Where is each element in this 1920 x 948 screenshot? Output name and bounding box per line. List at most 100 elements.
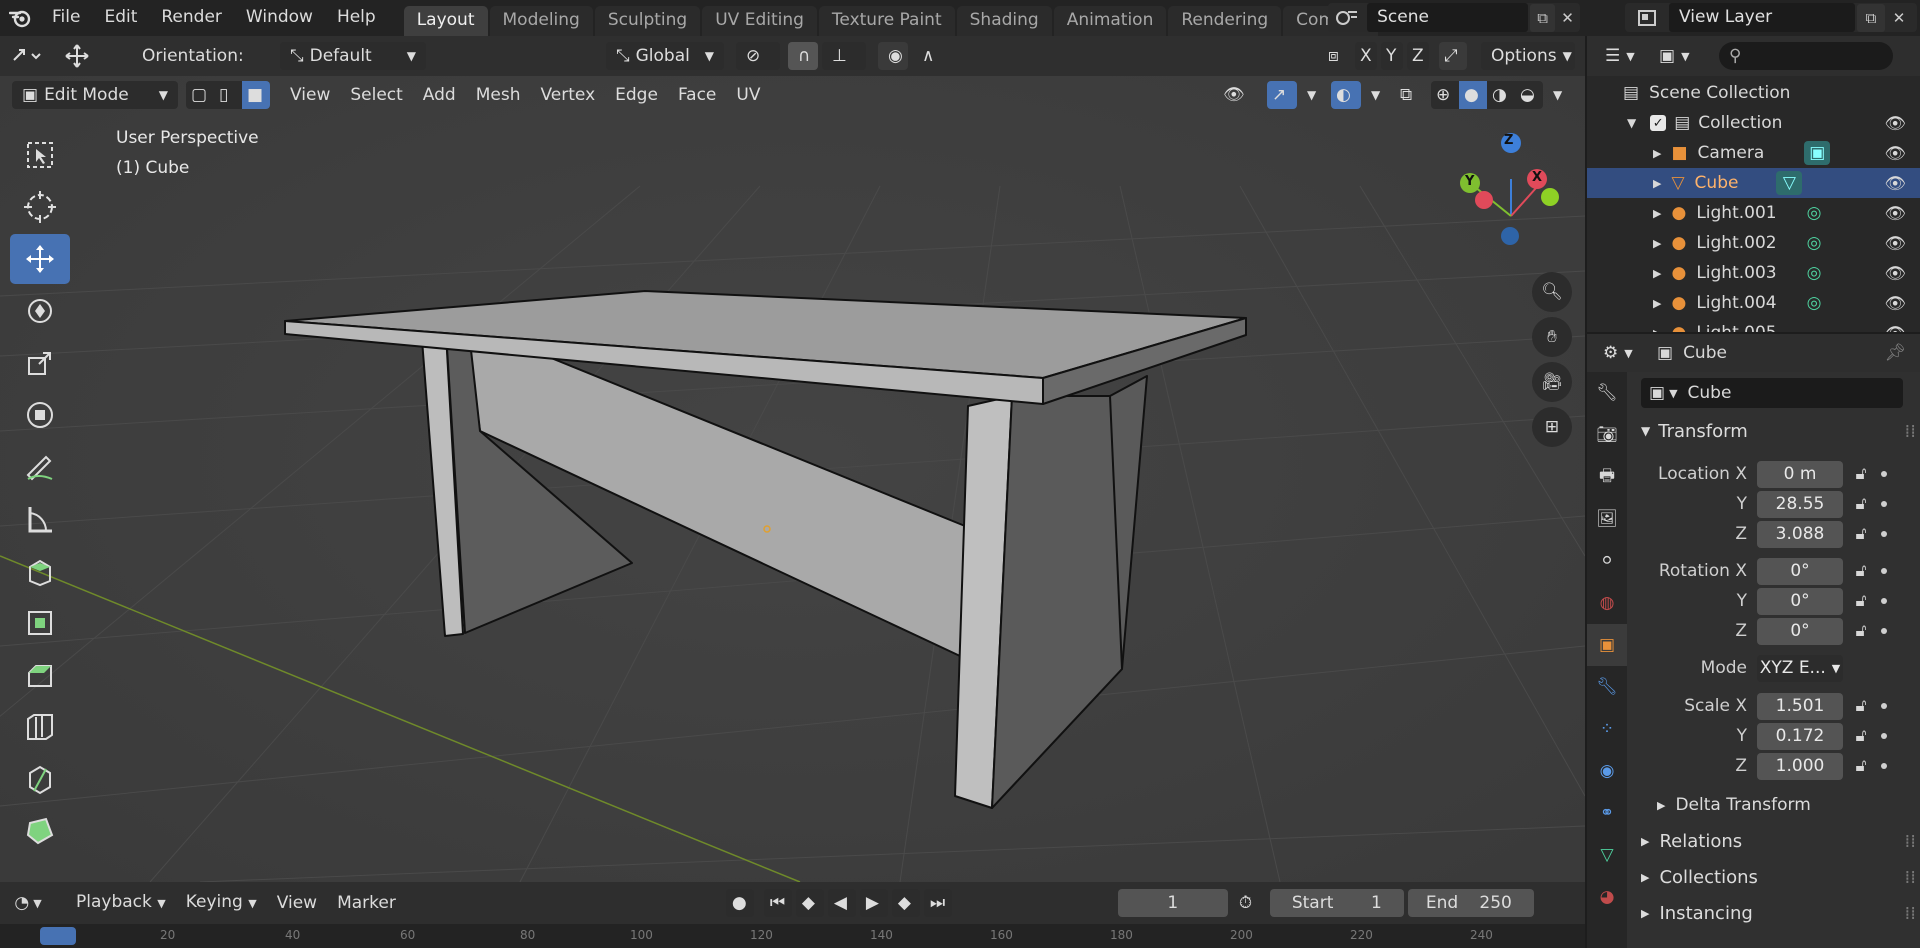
location-x-field[interactable]: 0 m <box>1757 460 1843 488</box>
annotate-icon[interactable] <box>10 442 70 492</box>
particles-tab-icon[interactable]: ⁘ <box>1587 708 1627 750</box>
mirror-z-toggle[interactable]: Z <box>1407 42 1429 70</box>
lock-icon[interactable]: 🔓︎ <box>1849 522 1873 546</box>
menu-edit[interactable]: Edit <box>92 0 149 36</box>
light-data-icon[interactable]: ◎ <box>1807 293 1822 313</box>
move-icon[interactable] <box>10 234 70 284</box>
lock-icon[interactable]: 🔓︎ <box>1849 724 1873 748</box>
outliner-item-light-003[interactable]: ▶ ● Light.003 ◎ 👁 <box>1587 258 1920 288</box>
tab-modeling[interactable]: Modeling <box>489 6 593 36</box>
keyframe-dot-icon[interactable] <box>1881 763 1887 769</box>
render-tab-icon[interactable]: 📷︎ <box>1587 414 1627 456</box>
outliner-item-light-001[interactable]: ▶ ● Light.001 ◎ 👁 <box>1587 198 1920 228</box>
tab-animation[interactable]: Animation <box>1053 6 1167 36</box>
outliner-collection[interactable]: ▼ ✓ ▤ Collection 👁 <box>1587 108 1920 138</box>
new-scene-icon[interactable]: ⧉ <box>1530 3 1556 32</box>
transform-space-dropdown[interactable]: ⤡ Global ▼ <box>606 42 724 70</box>
eye-icon[interactable]: 👁 <box>1884 324 1906 332</box>
location-y-field[interactable]: 28.55 <box>1757 490 1843 518</box>
keyframe-dot-icon[interactable] <box>1881 471 1887 477</box>
tab-shading[interactable]: Shading <box>956 6 1052 36</box>
new-view-layer-icon[interactable]: ⧉ <box>1857 3 1885 32</box>
chevron-down-icon[interactable]: ▼ <box>1367 81 1389 109</box>
extrude-region-icon[interactable] <box>10 546 70 596</box>
mode-dropdown[interactable]: ▣ Edit Mode ▼ <box>12 81 178 109</box>
editor-type-outliner-icon[interactable]: ☰ ▼ <box>1599 42 1645 70</box>
timeline-ruler[interactable]: 20 40 60 80 100 120 140 160 180 200 220 … <box>0 924 1585 948</box>
close-scene-icon[interactable]: ✕ <box>1555 4 1580 32</box>
chevron-right-icon[interactable]: ▶ <box>1653 207 1661 220</box>
pivot-point-icon[interactable]: ⊘ <box>736 42 780 70</box>
wireframe-shading-icon[interactable]: ⊕ <box>1431 81 1459 109</box>
object-tab-icon[interactable]: ▣ <box>1587 624 1627 666</box>
auto-merge-icon[interactable]: ⤢ <box>1439 42 1467 70</box>
tab-uv-editing[interactable]: UV Editing <box>702 6 817 36</box>
tool-tab-icon[interactable]: 🔧︎ <box>1587 372 1627 414</box>
overlays-toggle-icon[interactable]: ◐ <box>1331 81 1361 109</box>
transform-panel-header[interactable]: ▼ Transform ⁞⁞ <box>1631 414 1920 448</box>
snap-icon[interactable]: ∩ <box>788 42 818 70</box>
modifier-tab-icon[interactable]: 🔧︎ <box>1587 666 1627 708</box>
falloff-icon[interactable]: ∧ <box>912 42 952 70</box>
drag-handle-icon[interactable]: ⁞⁞ <box>1905 831 1916 852</box>
camera-data-icon[interactable]: ▣ <box>1804 141 1831 165</box>
record-icon[interactable]: ● <box>725 889 754 917</box>
output-tab-icon[interactable]: 🖶︎ <box>1587 456 1627 498</box>
menu-render[interactable]: Render <box>149 0 234 36</box>
menu-edge[interactable]: Edge <box>605 81 668 109</box>
rotate-icon[interactable] <box>10 286 70 336</box>
data-tab-icon[interactable]: ▽ <box>1587 834 1627 876</box>
eye-icon[interactable]: 👁 <box>1884 234 1906 254</box>
chevron-right-icon[interactable]: ▶ <box>1653 297 1661 310</box>
outliner-item-light-005[interactable]: ▶ ● Light.005 👁 <box>1587 318 1920 332</box>
tool-dropdown-icon[interactable] <box>0 46 52 66</box>
menu-select[interactable]: Select <box>340 81 412 109</box>
rotation-y-field[interactable]: 0° <box>1757 587 1843 615</box>
menu-playback[interactable]: Playback ▼ <box>66 888 176 918</box>
outliner-scene-collection[interactable]: ▤ Scene Collection <box>1587 78 1920 108</box>
outliner-item-camera[interactable]: ▶ ■ Camera ▣ 👁 <box>1587 138 1920 168</box>
stopwatch-icon[interactable]: ⏱ <box>1234 889 1264 917</box>
location-z-field[interactable]: 3.088 <box>1757 520 1843 548</box>
menu-mesh[interactable]: Mesh <box>466 81 531 109</box>
pin-icon[interactable]: 📌︎ <box>1884 343 1906 363</box>
start-frame-field[interactable]: Start 1 <box>1269 889 1404 917</box>
chevron-right-icon[interactable]: ▶ <box>1653 147 1661 160</box>
mirror-icon[interactable]: ⧈ <box>1323 42 1351 70</box>
rotation-mode-dropdown[interactable]: XYZ E... ▼ <box>1757 654 1843 682</box>
scale-x-field[interactable]: 1.501 <box>1757 692 1843 720</box>
rotation-z-field[interactable]: 0° <box>1757 617 1843 645</box>
drag-handle-icon[interactable]: ⁞⁞ <box>1905 903 1916 924</box>
lock-icon[interactable]: 🔓︎ <box>1849 462 1873 486</box>
chevron-down-icon[interactable]: ▼ <box>1549 81 1571 109</box>
tab-rendering[interactable]: Rendering <box>1168 6 1282 36</box>
material-shading-icon[interactable]: ◑ <box>1487 81 1515 109</box>
chevron-right-icon[interactable]: ▶ <box>1653 267 1661 280</box>
outliner-item-light-002[interactable]: ▶ ● Light.002 ◎ 👁 <box>1587 228 1920 258</box>
mesh-data-icon[interactable]: ▽ <box>1776 171 1803 195</box>
outliner-item-light-004[interactable]: ▶ ● Light.004 ◎ 👁 <box>1587 288 1920 318</box>
current-frame-field[interactable]: 1 <box>1117 889 1228 917</box>
gizmo-toggle-icon[interactable]: ↗ <box>1267 81 1297 109</box>
cursor-icon[interactable] <box>10 182 70 232</box>
editor-type-clock-icon[interactable]: ◔ ▼ <box>0 893 56 913</box>
menu-keying[interactable]: Keying ▼ <box>176 888 267 918</box>
visibility-icon[interactable]: 👁 <box>1217 81 1261 109</box>
scene-tab-icon[interactable]: ⚪ <box>1587 540 1627 582</box>
scale-z-field[interactable]: 1.000 <box>1757 752 1843 780</box>
bevel-icon[interactable] <box>10 650 70 700</box>
light-data-icon[interactable]: ◎ <box>1807 263 1822 283</box>
viewport-canvas[interactable] <box>0 36 1585 882</box>
play-icon[interactable]: ▶ <box>859 889 888 917</box>
eye-icon[interactable]: 👁 <box>1884 144 1906 164</box>
poly-build-icon[interactable] <box>10 806 70 856</box>
mirror-y-toggle[interactable]: Y <box>1381 42 1403 70</box>
object-name-field[interactable]: ▣ ▼ Cube <box>1641 378 1903 408</box>
loop-cut-icon[interactable] <box>10 702 70 752</box>
move-tool-icon[interactable] <box>52 43 102 69</box>
drag-handle-icon[interactable]: ⁞⁞ <box>1905 421 1916 442</box>
chevron-right-icon[interactable]: ▶ <box>1653 237 1661 250</box>
3d-viewport[interactable]: Orientation: ⤡ Default ▼ ⤡ Global ▼ ⊘ ∩ … <box>0 36 1585 882</box>
proportional-edit-icon[interactable]: ◉ <box>878 42 908 70</box>
inset-faces-icon[interactable] <box>10 598 70 648</box>
